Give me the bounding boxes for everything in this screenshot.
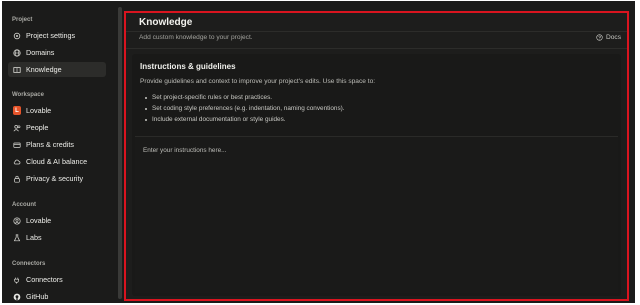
github-icon bbox=[13, 293, 21, 301]
sidebar-item-label: Privacy & security bbox=[26, 174, 84, 183]
docs-link-label: Docs bbox=[605, 34, 621, 41]
docs-link[interactable]: Docs bbox=[596, 34, 621, 41]
sidebar-item-label: GitHub bbox=[26, 292, 49, 301]
sidebar-item-label: Lovable bbox=[26, 106, 52, 115]
flask-icon bbox=[13, 233, 21, 242]
sidebar-item-label: Domains bbox=[26, 48, 55, 57]
page-subtitle: Add custom knowledge to your project. bbox=[139, 34, 253, 41]
sidebar-item-people[interactable]: People bbox=[8, 120, 106, 135]
cloud-icon bbox=[13, 158, 21, 166]
sidebar-item-project-settings[interactable]: Project settings bbox=[8, 28, 106, 43]
sidebar-scrollbar[interactable] bbox=[118, 7, 122, 299]
sidebar-item-connectors[interactable]: Connectors bbox=[8, 272, 106, 287]
sidebar-item-label: Cloud & AI balance bbox=[26, 157, 88, 166]
gear-icon bbox=[13, 32, 21, 40]
sidebar-item-labs[interactable]: Labs bbox=[8, 230, 106, 245]
sidebar-item-label: Labs bbox=[26, 233, 42, 242]
credit-card-icon bbox=[13, 141, 21, 149]
instructions-bullet-list: Set project-specific rules or best pract… bbox=[145, 92, 345, 125]
sidebar-item-domains[interactable]: Domains bbox=[8, 45, 106, 60]
instructions-card: Instructions & guidelines Provide guidel… bbox=[132, 54, 621, 296]
sidebar-item-github[interactable]: GitHub bbox=[8, 289, 106, 303]
section-title-connectors: Connectors bbox=[12, 261, 46, 267]
sidebar-item-knowledge[interactable]: Knowledge bbox=[8, 62, 106, 77]
people-icon bbox=[13, 124, 21, 132]
settings-sidebar: Project Project settings Domains Knowled… bbox=[2, 1, 116, 303]
section-divider bbox=[126, 48, 627, 49]
sidebar-item-cloud-ai-balance[interactable]: Cloud & AI balance bbox=[8, 154, 106, 169]
instructions-title: Instructions & guidelines bbox=[140, 62, 236, 71]
sidebar-item-label: Lovable bbox=[26, 216, 52, 225]
section-title-project: Project bbox=[12, 17, 33, 23]
page-title: Knowledge bbox=[139, 17, 193, 28]
section-title-workspace: Workspace bbox=[12, 92, 44, 98]
instructions-placeholder: Enter your instructions here... bbox=[143, 147, 227, 154]
user-circle-icon bbox=[13, 216, 21, 225]
list-item: Set coding style preferences (e.g. inden… bbox=[145, 103, 345, 114]
sidebar-item-workspace-lovable[interactable]: L Lovable bbox=[8, 103, 106, 118]
sidebar-item-plans-credits[interactable]: Plans & credits bbox=[8, 137, 106, 152]
bullet-icon bbox=[145, 118, 147, 121]
knowledge-panel: Knowledge Add custom knowledge to your p… bbox=[124, 11, 629, 301]
sidebar-item-label: People bbox=[26, 123, 49, 132]
instructions-description: Provide guidelines and context to improv… bbox=[140, 78, 376, 85]
lovable-logo: L bbox=[13, 106, 21, 115]
plug-icon bbox=[13, 276, 21, 284]
lock-icon bbox=[13, 175, 21, 183]
list-item: Set project-specific rules or best pract… bbox=[145, 92, 345, 103]
sidebar-item-account-lovable[interactable]: Lovable bbox=[8, 213, 106, 228]
sidebar-item-privacy-security[interactable]: Privacy & security bbox=[8, 171, 106, 186]
sidebar-item-label: Knowledge bbox=[26, 65, 62, 74]
header-divider bbox=[126, 31, 627, 32]
instructions-textarea[interactable]: Enter your instructions here... bbox=[135, 136, 618, 293]
list-item: Include external documentation or style … bbox=[145, 114, 345, 125]
sidebar-item-label: Project settings bbox=[26, 31, 76, 40]
sidebar-item-label: Plans & credits bbox=[26, 140, 74, 149]
book-icon bbox=[13, 66, 21, 74]
globe-icon bbox=[13, 48, 21, 57]
sidebar-item-label: Connectors bbox=[26, 275, 63, 284]
bullet-icon bbox=[145, 107, 147, 110]
help-circle-icon bbox=[596, 34, 603, 41]
bullet-icon bbox=[145, 96, 147, 99]
section-title-account: Account bbox=[12, 202, 36, 208]
